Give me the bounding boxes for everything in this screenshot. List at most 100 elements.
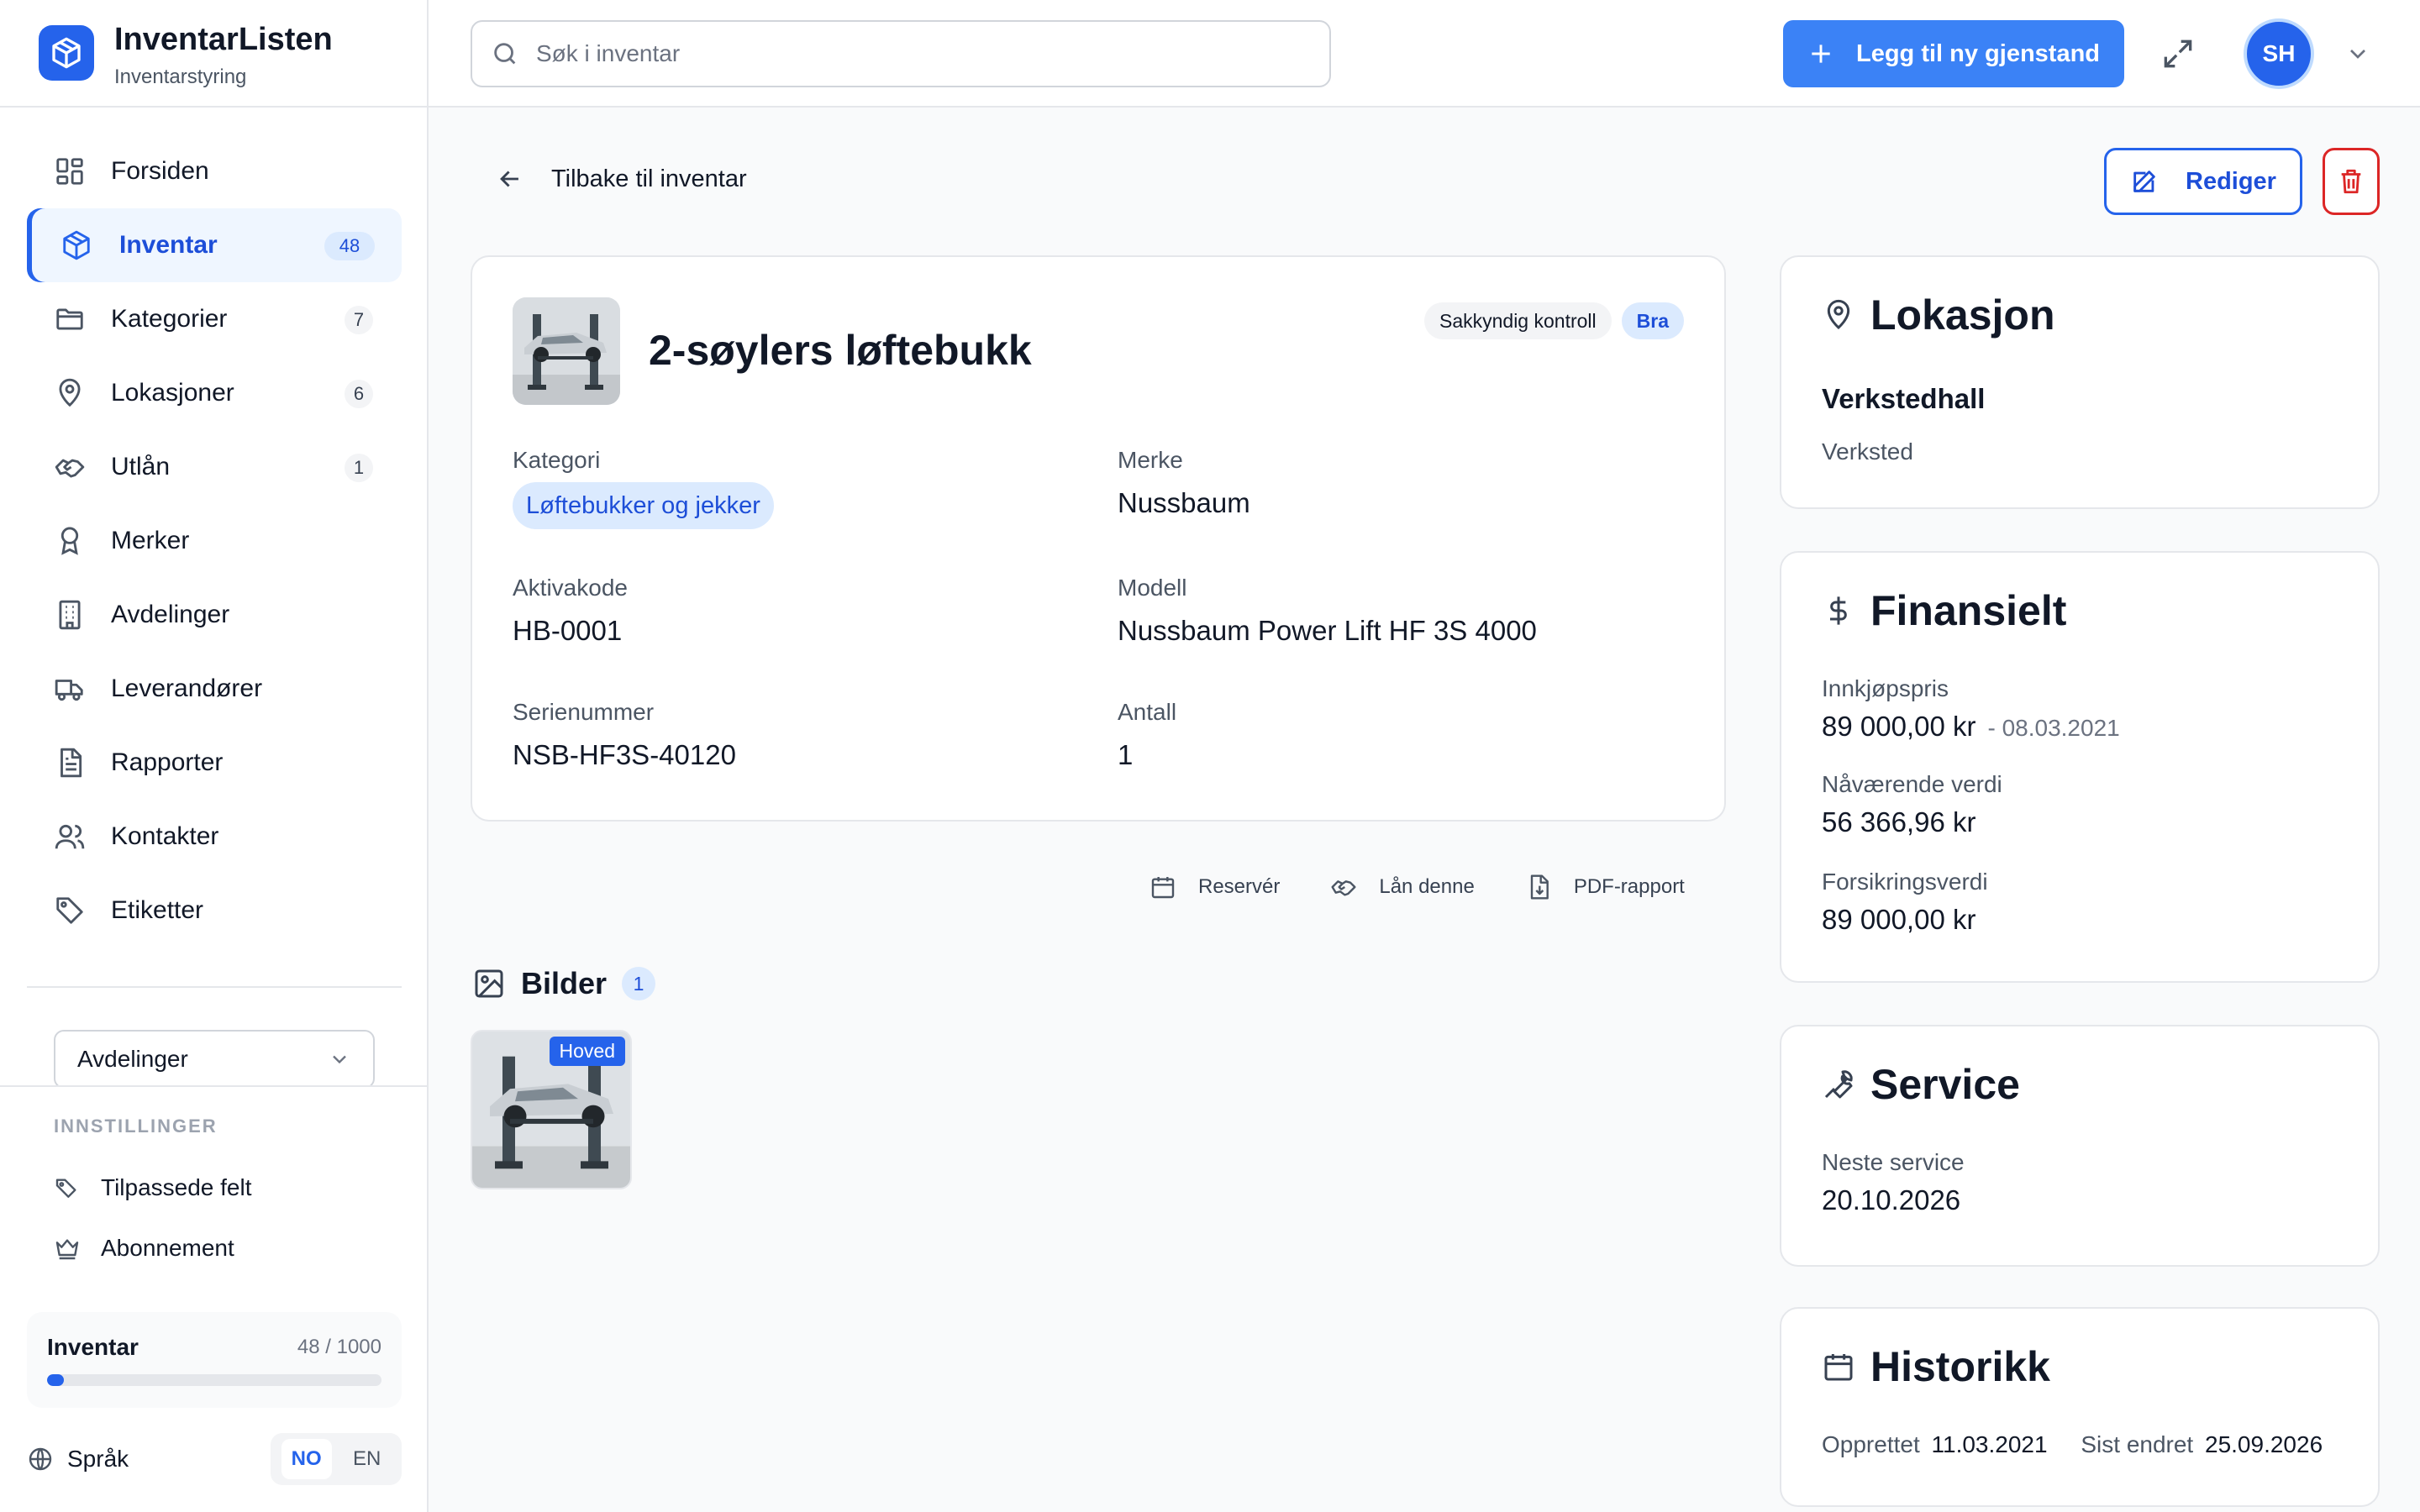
calendar-icon [1822, 1350, 1855, 1383]
service-header: Service [1822, 1060, 2020, 1109]
grid-icon [54, 155, 86, 187]
purchase-date: - 08.03.2021 [1987, 715, 2120, 741]
settings-item-label: Tilpassede felt [101, 1174, 252, 1200]
field-value: NSB-HF3S-40120 [513, 739, 736, 770]
sidebar-item-kategorier[interactable]: Kategorier 7 [27, 282, 402, 356]
add-item-label: Legg til ny gjenstand [1855, 39, 2100, 67]
created-label: Opprettet [1822, 1431, 1920, 1457]
sidebar-item-label: Utlån [111, 453, 171, 480]
field-value: 1 [1118, 739, 1134, 770]
app-name: InventarListen [114, 22, 333, 57]
settings-heading: INNSTILLINGER [54, 1116, 218, 1137]
current-value-label: Nåværende verdi [1822, 771, 2002, 797]
app-subtitle: Inventarstyring [114, 66, 247, 88]
edit-button[interactable]: Rediger [2104, 148, 2302, 215]
item-badges: Sakkyndig kontroll Bra [1423, 302, 1684, 339]
count-badge: 7 [345, 306, 373, 334]
search-icon [491, 39, 519, 68]
folder-icon [54, 303, 86, 335]
history-title: Historikk [1870, 1343, 2050, 1390]
back-link-label: Tilbake til inventar [551, 165, 747, 192]
sidebar-item-leverandorer[interactable]: Leverandører [27, 652, 402, 726]
sidebar-item-lokasjoner[interactable]: Lokasjoner 6 [27, 356, 402, 430]
plus-icon [1807, 40, 1834, 67]
department-select-value: Avdelinger [77, 1046, 188, 1072]
settings-item-subscription[interactable]: Abonnement [54, 1235, 234, 1262]
purchase-row: 89 000,00 kr - 08.03.2021 [1822, 711, 2120, 743]
reserve-button[interactable]: Reservér [1150, 874, 1280, 900]
field-serial: Serienummer NSB-HF3S-40120 [513, 699, 736, 771]
sidebar-item-rapporter[interactable]: Rapporter [27, 726, 402, 800]
sidebar-item-label: Rapporter [111, 748, 224, 776]
category-chip[interactable]: Løftebukker og jekker [513, 482, 774, 529]
sidebar-item-utlan[interactable]: Utlån 1 [27, 430, 402, 504]
crown-icon [54, 1235, 81, 1262]
handshake-icon [54, 451, 86, 483]
history-row: Opprettet 11.03.2021 Sist endret 25.09.2… [1822, 1431, 2323, 1458]
box-logo-icon[interactable] [39, 25, 94, 81]
fullscreen-icon[interactable] [2160, 35, 2196, 72]
add-item-button[interactable]: Legg til ny gjenstand [1783, 20, 2124, 87]
location-card: Lokasjon Verkstedhall Verksted [1780, 255, 2380, 509]
sidebar-item-kontakter[interactable]: Kontakter [27, 800, 402, 874]
field-value: HB-0001 [513, 615, 623, 646]
sidebar-item-forsiden[interactable]: Forsiden [27, 134, 402, 208]
pdf-report-label: PDF-rapport [1573, 875, 1685, 898]
finance-title: Finansielt [1870, 587, 2067, 634]
item-title: 2-søylers løftebukk [649, 327, 1032, 374]
map-pin-icon [1822, 298, 1855, 332]
trash-icon [2337, 167, 2365, 196]
delete-button[interactable] [2323, 148, 2380, 215]
language-option-en[interactable]: EN [343, 1439, 391, 1479]
wrench-icon [1822, 1068, 1855, 1101]
changed-label: Sist endret [2081, 1431, 2194, 1457]
loan-button[interactable]: Lån denne [1330, 874, 1475, 900]
sidebar-item-inventar[interactable]: Inventar 48 [27, 208, 402, 282]
history-header: Historikk [1822, 1342, 2050, 1391]
sidebar-item-merker[interactable]: Merker [27, 504, 402, 578]
loan-label: Lån denne [1379, 875, 1475, 898]
count-badge: 48 [324, 232, 375, 260]
field-category: Kategori Løftebukker og jekker [513, 447, 774, 529]
back-link[interactable]: Tilbake til inventar [496, 165, 747, 193]
tags-icon [54, 1174, 81, 1201]
search-input[interactable] [536, 40, 1292, 67]
chevron-down-icon[interactable] [2344, 40, 2371, 67]
item-thumbnail [513, 297, 620, 405]
sidebar-item-label: Kontakter [111, 822, 219, 850]
field-asset-code: Aktivakode HB-0001 [513, 575, 628, 647]
topbar: Legg til ny gjenstand SH [429, 0, 2420, 108]
field-quantity: Antall 1 [1118, 699, 1176, 771]
calendar-icon [1150, 874, 1176, 900]
chevron-down-icon [328, 1047, 351, 1071]
main-image-badge: Hoved [549, 1037, 625, 1066]
avatar[interactable]: SH [2244, 18, 2314, 89]
history-card: Historikk Opprettet 11.03.2021 Sist endr… [1780, 1307, 2380, 1507]
usage-value: 48 / 1000 [297, 1336, 381, 1358]
usage-progress-fill [47, 1374, 64, 1386]
sidebar-item-avdelinger[interactable]: Avdelinger [27, 578, 402, 652]
pdf-report-button[interactable]: PDF-rapport [1525, 874, 1685, 900]
tag-icon [54, 895, 86, 927]
sidebar: InventarListen Inventarstyring Forsiden … [0, 0, 429, 1512]
sidebar-item-etiketter[interactable]: Etiketter [27, 874, 402, 948]
count-badge: 1 [345, 454, 373, 482]
location-title: Lokasjon [1870, 291, 2055, 339]
image-thumbnail[interactable]: Hoved [471, 1030, 632, 1189]
settings-item-label: Abonnement [101, 1235, 234, 1261]
item-actions: Reservér Lån denne PDF-rapport [1150, 874, 1685, 900]
usage-label: Inventar [47, 1334, 139, 1360]
inspection-badge: Sakkyndig kontroll [1423, 302, 1612, 339]
settings-item-custom-fields[interactable]: Tilpassede felt [54, 1174, 252, 1201]
current-value: 56 366,96 kr [1822, 806, 1976, 837]
language-option-no[interactable]: NO [281, 1439, 332, 1479]
field-label: Merke [1118, 447, 1183, 473]
images-header: Bilder 1 [472, 966, 656, 1001]
truck-icon [54, 673, 86, 705]
users-icon [54, 821, 86, 853]
department-select[interactable]: Avdelinger [54, 1030, 375, 1089]
changed-value: 25.09.2026 [2205, 1431, 2323, 1457]
usage-progress [47, 1374, 381, 1386]
condition-badge: Bra [1621, 302, 1684, 339]
sidebar-item-label: Inventar [119, 231, 218, 259]
